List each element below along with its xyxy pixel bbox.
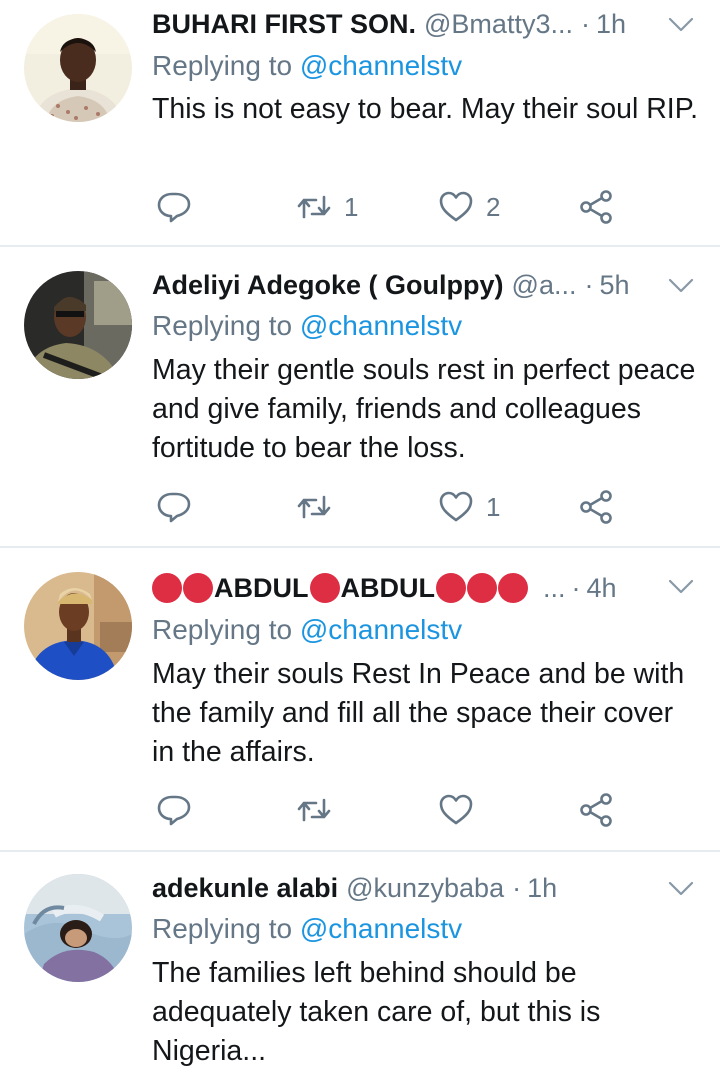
user-handle[interactable]: @a... [512, 267, 577, 303]
reply-icon [157, 795, 191, 826]
heart-icon [439, 794, 473, 825]
tweet-2[interactable]: Adeliyi Adegoke ( Goulppy) @a... · 5h Re… [0, 247, 720, 547]
tweet-actions: 1 [0, 487, 720, 527]
red-circle-emoji [498, 573, 528, 603]
tweet-3[interactable]: ABDUL ABDUL ... · 4h Replying to @channe… [0, 548, 720, 850]
replying-to-label: Replying to [152, 913, 293, 944]
share-button[interactable] [578, 187, 614, 227]
tweet-actions: 1 2 [0, 187, 720, 227]
chevron-down-icon[interactable] [668, 579, 694, 595]
retweet-icon [297, 195, 331, 219]
retweet-button[interactable] [296, 790, 332, 830]
share-icon [580, 793, 612, 827]
avatar[interactable] [24, 572, 132, 680]
red-circle-emoji [309, 573, 340, 603]
avatar[interactable] [24, 874, 132, 982]
share-icon [580, 490, 612, 524]
like-button[interactable] [438, 790, 474, 830]
display-name[interactable]: Adeliyi Adegoke ( Goulppy) [152, 267, 504, 303]
chevron-down-icon[interactable] [668, 881, 694, 897]
separator: · [512, 873, 522, 903]
tweet-actions [0, 790, 720, 830]
retweet-count: 1 [344, 191, 359, 222]
mention-link[interactable]: @channelstv [300, 310, 462, 341]
retweet-icon [297, 495, 331, 519]
display-name-part: ABDUL [214, 573, 309, 603]
timestamp[interactable]: 1h [527, 870, 557, 906]
replying-to-label: Replying to [152, 310, 293, 341]
tweet-header: BUHARI FIRST SON. @Bmatty3... · 1h [152, 6, 700, 42]
mention-link[interactable]: @channelstv [300, 913, 462, 944]
chevron-down-icon[interactable] [668, 17, 694, 33]
like-count: 1 [486, 491, 501, 522]
reply-button[interactable] [156, 187, 192, 227]
mention-link[interactable]: @channelstv [300, 614, 462, 645]
tweet-text: This is not easy to bear. May their soul… [152, 93, 698, 125]
tweet-text: May their gentle souls rest in perfect p… [152, 354, 696, 464]
replying-to: Replying to @channelstv [152, 308, 462, 344]
retweet-button[interactable]: 1 [296, 187, 358, 227]
avatar[interactable] [24, 271, 132, 379]
separator: · [571, 573, 581, 603]
share-button[interactable] [578, 790, 614, 830]
tweet-1[interactable]: BUHARI FIRST SON. @Bmatty3... · 1h Reply… [0, 0, 720, 246]
reply-icon [157, 492, 191, 523]
timestamp[interactable]: 4h [587, 570, 617, 606]
share-icon [580, 190, 612, 224]
display-name[interactable]: adekunle alabi [152, 870, 338, 906]
tweet-header: ABDUL ABDUL ... · 4h [152, 570, 700, 606]
replying-to: Replying to @channelstv [152, 48, 462, 84]
timestamp[interactable]: 5h [599, 267, 629, 303]
heart-icon [439, 191, 473, 222]
replying-to: Replying to @channelstv [152, 911, 462, 947]
share-button[interactable] [578, 487, 614, 527]
display-name-part: ABDUL [340, 573, 436, 603]
user-handle[interactable]: ... [543, 570, 566, 606]
red-circle-emoji [152, 573, 182, 603]
chevron-down-icon[interactable] [668, 278, 694, 294]
timestamp[interactable]: 1h [596, 6, 626, 42]
retweet-button[interactable] [296, 487, 332, 527]
like-button[interactable]: 2 [438, 187, 500, 227]
reply-button[interactable] [156, 487, 192, 527]
separator: · [580, 9, 590, 39]
like-count: 2 [486, 191, 501, 222]
like-button[interactable]: 1 [438, 487, 500, 527]
red-circle-emoji [183, 573, 213, 603]
reply-button[interactable] [156, 790, 192, 830]
tweet-4[interactable]: adekunle alabi @kunzybaba · 1h Replying … [0, 852, 720, 1089]
replying-to-label: Replying to [152, 50, 293, 81]
tweet-header: adekunle alabi @kunzybaba · 1h [152, 870, 700, 906]
replying-to-label: Replying to [152, 614, 293, 645]
red-circle-emoji [467, 573, 497, 603]
mention-link[interactable]: @channelstv [300, 50, 462, 81]
retweet-icon [297, 798, 331, 822]
tweet-text: The families left behind should be adequ… [152, 957, 601, 1067]
heart-icon [439, 491, 473, 522]
tweet-text: May their souls Rest In Peace and be wit… [152, 658, 685, 768]
separator: · [584, 270, 594, 300]
user-handle[interactable]: @kunzybaba [346, 870, 504, 906]
red-circle-emoji [436, 573, 466, 603]
display-name[interactable]: BUHARI FIRST SON. [152, 6, 416, 42]
replying-to: Replying to @channelstv [152, 612, 462, 648]
avatar[interactable] [24, 14, 132, 122]
tweet-header: Adeliyi Adegoke ( Goulppy) @a... · 5h [152, 267, 700, 303]
user-handle[interactable]: @Bmatty3... [424, 6, 573, 42]
display-name[interactable]: ABDUL ABDUL [152, 570, 529, 606]
reply-icon [157, 192, 191, 223]
